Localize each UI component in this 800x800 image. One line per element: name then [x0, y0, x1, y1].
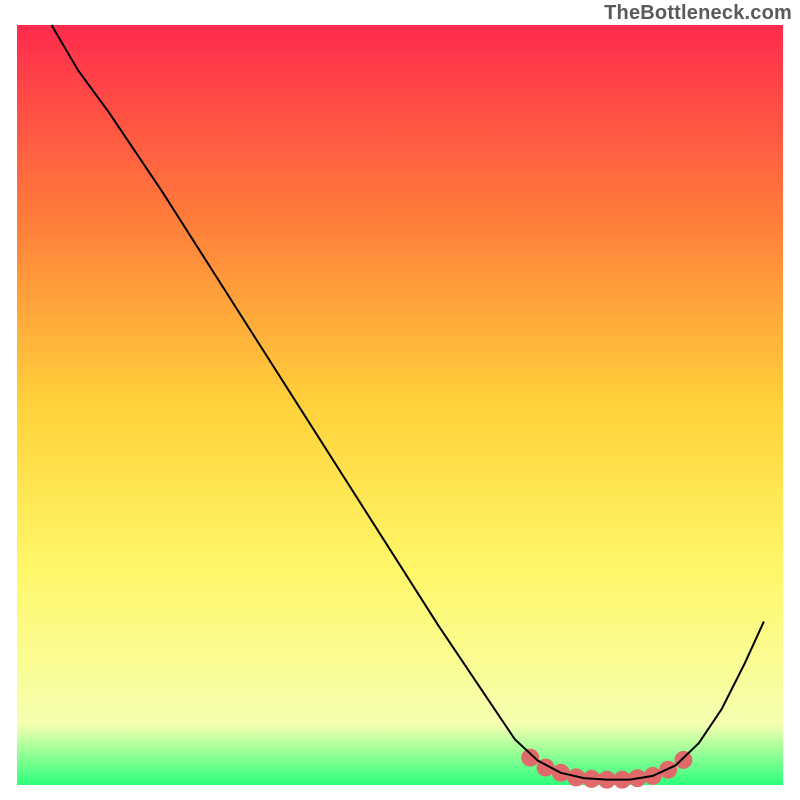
chart-svg: [0, 0, 800, 800]
highlight-dot: [674, 751, 692, 769]
highlight-dot: [521, 749, 539, 767]
watermark-text: TheBottleneck.com: [604, 2, 792, 25]
chart-area: TheBottleneck.com: [0, 0, 800, 800]
plot-background: [17, 25, 783, 785]
